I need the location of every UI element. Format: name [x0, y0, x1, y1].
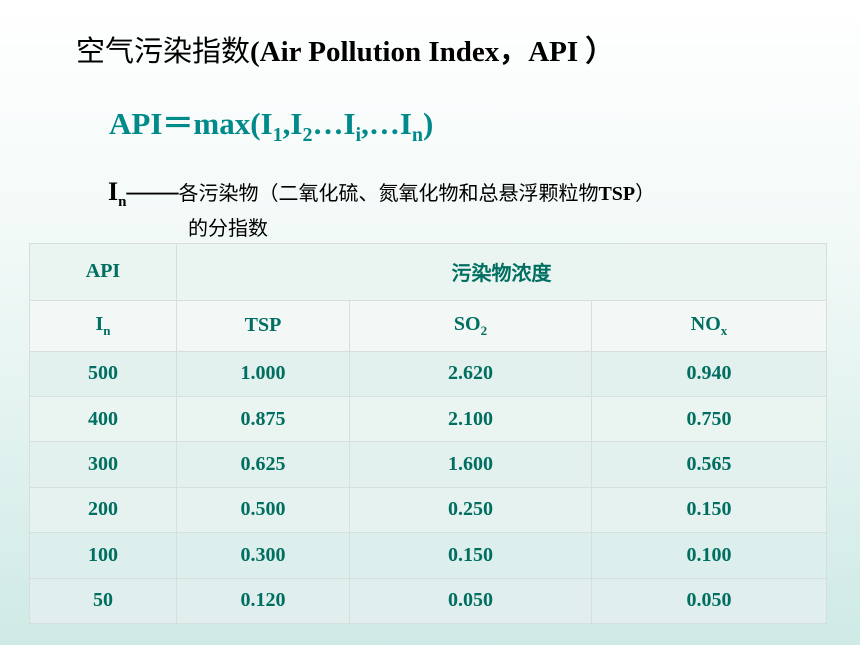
table-row: 200 0.500 0.250 0.150	[29, 486, 828, 534]
api-concentration-table: API 污染物浓度 In TSP SO2 NOx 500 1.000 2.620…	[29, 243, 828, 625]
formula-part: ,…I	[361, 106, 412, 141]
table-row: 100 0.300 0.150 0.100	[29, 532, 828, 579]
cell-nox: 0.750	[590, 396, 828, 443]
table-row: 50 0.120 0.050 0.050	[29, 577, 828, 625]
definition-text: 各污染物（二氧化硫、氮氧化物和总悬浮颗粒物TSP）	[178, 181, 655, 205]
table-row: 500 1.000 2.620 0.940	[29, 350, 828, 398]
subheader-so2-text: SO	[453, 312, 481, 335]
subheader-tsp: TSP	[176, 299, 350, 352]
index-definition: In——各污染物（二氧化硫、氮氧化物和总悬浮颗粒物TSP）	[108, 178, 655, 216]
page-title: 空气污染指数(Air Pollution Index，API ）	[76, 28, 614, 70]
cell-nox: 0.050	[590, 577, 828, 625]
table-subheader-row: In TSP SO2 NOx	[29, 299, 828, 352]
subheader-nox-text: NO	[690, 312, 721, 335]
formula-part: ,I	[282, 106, 303, 141]
cell-tsp: 0.875	[176, 396, 350, 443]
cell-api: 300	[29, 441, 177, 488]
cell-so2: 0.150	[349, 532, 592, 579]
subheader-nox-subscript: x	[720, 322, 728, 338]
subheader-so2: SO2	[349, 299, 592, 352]
cell-nox: 0.565	[590, 441, 828, 488]
cell-so2: 2.620	[349, 350, 592, 398]
formula-subscript: 2	[302, 124, 313, 146]
api-formula: API＝max(I1,I2…Ii,…In)	[109, 98, 433, 147]
cell-tsp: 1.000	[176, 350, 350, 398]
definition-tsp: TSP	[598, 183, 636, 205]
cell-tsp: 0.625	[176, 441, 350, 488]
subheader-nox: NOx	[590, 299, 828, 352]
definition-symbol: In	[108, 177, 126, 211]
cell-so2: 0.050	[349, 577, 592, 625]
cell-api: 100	[29, 532, 177, 579]
table-row: 300 0.625 1.600 0.565	[29, 441, 828, 488]
cell-nox: 0.940	[590, 350, 828, 398]
symbol-letter: I	[108, 177, 119, 206]
cell-api: 400	[29, 396, 177, 443]
cell-api: 200	[29, 486, 177, 534]
formula-subscript: n	[411, 124, 424, 146]
title-latin: (Air Pollution Index，API ）	[250, 36, 615, 68]
cell-api: 50	[29, 577, 177, 625]
table-row: 400 0.875 2.100 0.750	[29, 396, 828, 443]
cell-so2: 0.250	[349, 486, 592, 534]
definition-line2: 的分指数	[188, 216, 268, 240]
cell-nox: 0.150	[590, 486, 828, 534]
formula-part: API＝max(I	[109, 106, 273, 141]
formula-subscript: 1	[272, 124, 283, 146]
subheader-in: In	[29, 299, 177, 352]
title-cjk: 空气污染指数	[76, 34, 251, 68]
cell-so2: 1.600	[349, 441, 592, 488]
cell-api: 500	[29, 350, 177, 398]
cell-nox: 0.100	[590, 532, 828, 579]
formula-part: )	[423, 106, 434, 141]
table-header-row: API 污染物浓度	[29, 243, 828, 301]
cell-tsp: 0.120	[176, 577, 350, 625]
cell-so2: 2.100	[349, 396, 592, 443]
header-api: API	[29, 243, 177, 301]
cell-tsp: 0.500	[176, 486, 350, 534]
subheader-so2-subscript: 2	[480, 322, 488, 338]
cell-tsp: 0.300	[176, 532, 350, 579]
subheader-in-subscript: n	[103, 322, 111, 338]
header-concentration: 污染物浓度	[175, 243, 828, 301]
definition-dash: ——	[126, 177, 179, 206]
formula-part: …I	[312, 106, 356, 141]
definition-text-a: 各污染物（二氧化硫、氮氧化物和总悬浮颗粒物	[178, 181, 599, 205]
definition-text-b: ）	[635, 181, 656, 205]
